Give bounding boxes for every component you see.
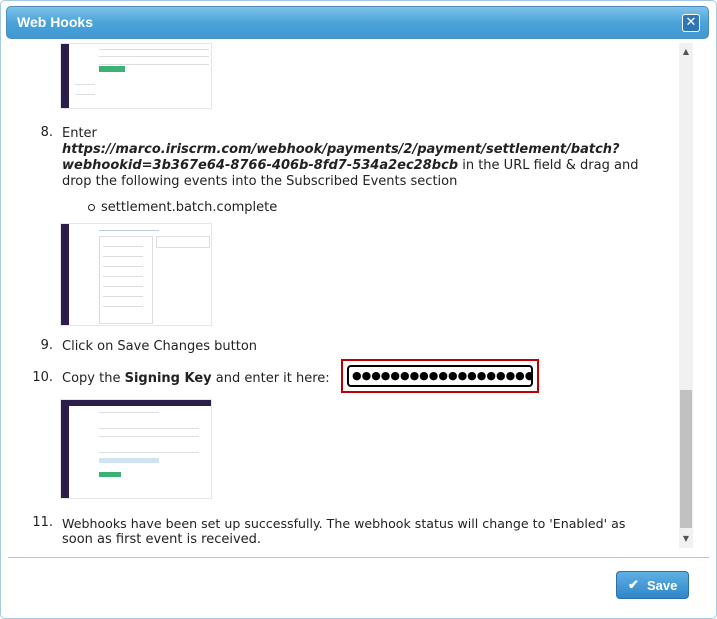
scroll-up-icon[interactable]: ▲ (679, 45, 693, 59)
step-8-suffix: in the URL field & drag and (458, 158, 639, 173)
checkmark-icon: ✔ (628, 577, 639, 592)
screenshot-thumbnail-3 (60, 399, 212, 499)
step-8-number: 8. (40, 125, 53, 140)
signing-key-highlight: ●●●●●●●●●●●●●●●●●●●●●●● (341, 359, 539, 393)
save-button[interactable]: ✔ Save (616, 571, 689, 599)
signing-key-label: Signing Key (124, 371, 212, 386)
step-8-prefix: Enter (62, 126, 97, 141)
scrollbar-thumb[interactable] (680, 390, 692, 528)
thumbnail-sidebar (61, 400, 69, 498)
step-9-number: 9. (40, 338, 53, 353)
thumbnail-sidebar (61, 224, 69, 325)
step-11-line2: soon as first event is received. (62, 532, 262, 547)
scroll-down-icon[interactable]: ▼ (679, 532, 693, 546)
step-11-number: 11. (32, 515, 53, 530)
content-scrollbar[interactable]: ▲ ▼ (679, 43, 693, 548)
signing-key-input[interactable]: ●●●●●●●●●●●●●●●●●●●●●●● (347, 365, 533, 387)
step-10-prefix: Copy the (62, 371, 125, 386)
step-11-line1: Webhooks have been set up successfully. … (62, 516, 626, 531)
webhook-url-line2: webhookid=3b367e64-8766-406b-8fd7-534a2e… (62, 158, 459, 173)
footer-divider (8, 557, 709, 558)
screenshot-thumbnail-2 (60, 223, 212, 326)
close-icon: ✕ (685, 15, 697, 30)
dialog-titlebar: Web Hooks ✕ (6, 6, 709, 39)
web-hooks-dialog: Web Hooks ✕ 8. Enter https://marco.irisc… (0, 0, 717, 619)
step-8-line3: drop the following events into the Subsc… (62, 174, 458, 189)
dialog-title: Web Hooks (17, 14, 93, 30)
step-9-text: Click on Save Changes button (62, 339, 258, 354)
screenshot-thumbnail-1 (60, 43, 212, 109)
step-10-text: Copy the Signing Key and enter it here: (62, 370, 330, 387)
step-10-number: 10. (32, 370, 53, 385)
thumbnail-highlight (99, 66, 125, 72)
webhook-url-line1: https://marco.iriscrm.com/webhook/paymen… (62, 142, 620, 157)
dialog-content: 8. Enter https://marco.iriscrm.com/webho… (8, 43, 696, 548)
event-name: settlement.batch.complete (101, 200, 278, 215)
thumbnail-sidebar (61, 44, 69, 108)
step-8-line2: webhookid=3b367e64-8766-406b-8fd7-534a2e… (62, 157, 638, 174)
save-button-label: Save (647, 578, 678, 593)
bullet-icon (88, 204, 95, 211)
step-10-suffix: and enter it here: (211, 371, 330, 386)
close-button[interactable]: ✕ (682, 14, 700, 32)
